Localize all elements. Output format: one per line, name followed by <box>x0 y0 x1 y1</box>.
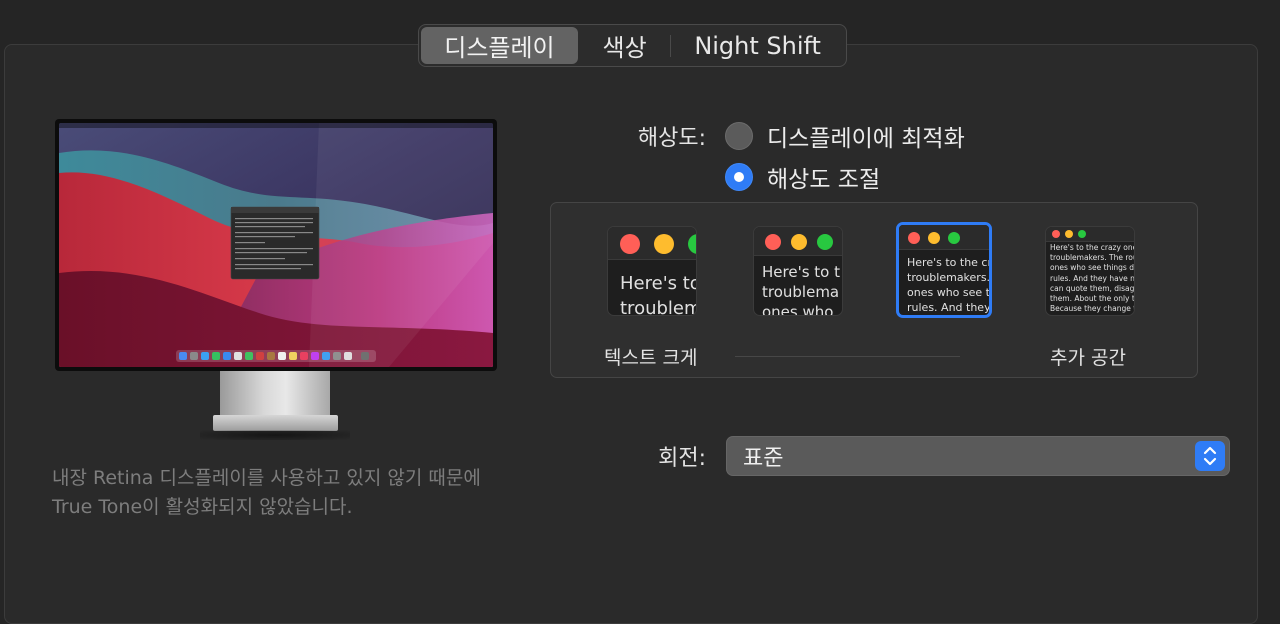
minimize-dot-icon <box>928 232 940 244</box>
scale-option-more-space[interactable]: Here's to the crazy ones troublemakers. … <box>1045 226 1135 316</box>
monitor-stand <box>220 371 330 419</box>
true-tone-note: 내장 Retina 디스플레이를 사용하고 있지 않기 때문에 True Ton… <box>52 467 481 518</box>
minimize-dot-icon <box>654 234 674 254</box>
radio-button-selected[interactable] <box>725 163 753 191</box>
larger-text-caption: 텍스트 크게 <box>604 347 698 369</box>
radio-default-for-display[interactable]: 디스플레이에 최적화 <box>725 119 965 153</box>
scale-option-3-selected[interactable]: Here's to the cr troublemakers. ones who… <box>896 222 992 318</box>
scale-track <box>735 356 960 357</box>
chevron-up-down-icon[interactable] <box>1195 441 1225 471</box>
zoom-dot-icon <box>948 232 960 244</box>
resolution-label: 해상도: <box>637 126 706 151</box>
monitor-stand-base <box>213 415 338 431</box>
preview-text: Here's to the cr troublemakers. ones who… <box>907 256 992 314</box>
preview-text: Here's to t troublema ones who <box>762 263 840 316</box>
tab-bar: 디스플레이 색상 Night Shift <box>418 24 847 67</box>
close-dot-icon <box>1052 230 1060 238</box>
tab-display[interactable]: 디스플레이 <box>421 27 578 64</box>
zoom-dot-icon <box>817 234 833 250</box>
tab-color[interactable]: 색상 <box>579 27 670 64</box>
radio-scaled[interactable]: 해상도 조절 <box>725 160 880 194</box>
rotation-label: 회전: <box>658 446 706 471</box>
desktop-wallpaper <box>59 123 493 367</box>
tab-night-shift[interactable]: Night Shift <box>671 27 844 64</box>
radio-label: 디스플레이에 최적화 <box>767 126 965 152</box>
rotation-select[interactable]: 표준 <box>726 436 1230 476</box>
close-dot-icon <box>620 234 640 254</box>
rotation-value: 표준 <box>743 446 784 471</box>
radio-button[interactable] <box>725 122 753 150</box>
close-dot-icon <box>765 234 781 250</box>
more-space-caption: 추가 공간 <box>1050 347 1126 369</box>
radio-label: 해상도 조절 <box>767 167 881 193</box>
close-dot-icon <box>908 232 920 244</box>
minimize-dot-icon <box>1065 230 1073 238</box>
scale-option-larger-text[interactable]: Here's to troublem <box>607 226 697 316</box>
monitor-illustration <box>55 119 497 371</box>
preview-text: Here's to troublem <box>620 273 697 316</box>
zoom-dot-icon <box>1078 230 1086 238</box>
scale-option-2[interactable]: Here's to t troublema ones who <box>753 226 843 316</box>
minimize-dot-icon <box>791 234 807 250</box>
preview-text: Here's to the crazy ones troublemakers. … <box>1050 243 1135 314</box>
stand-shadow <box>200 430 350 440</box>
